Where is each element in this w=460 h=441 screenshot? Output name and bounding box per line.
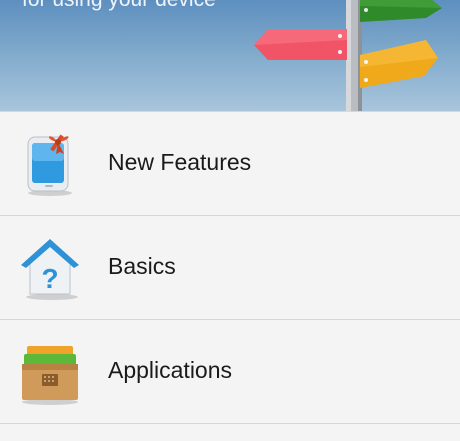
menu-item-basics[interactable]: ? Basics bbox=[0, 216, 460, 320]
svg-text:?: ? bbox=[41, 263, 58, 294]
menu-item-applications[interactable]: Applications bbox=[0, 320, 460, 424]
house-question-icon: ? bbox=[21, 239, 79, 300]
menu-item-new-features[interactable]: New Features bbox=[0, 112, 460, 216]
menu-item-label: Applications bbox=[108, 357, 233, 383]
menu-item-label: Basics bbox=[108, 253, 176, 279]
app-box-icon bbox=[22, 346, 78, 405]
phone-gift-icon bbox=[27, 134, 72, 196]
menu-item-label: New Features bbox=[108, 149, 252, 175]
signpost-illustration bbox=[254, 0, 442, 111]
menu-list: New Features ? Basics Applications bbox=[0, 111, 460, 441]
hero-banner: for using your device bbox=[0, 0, 460, 111]
